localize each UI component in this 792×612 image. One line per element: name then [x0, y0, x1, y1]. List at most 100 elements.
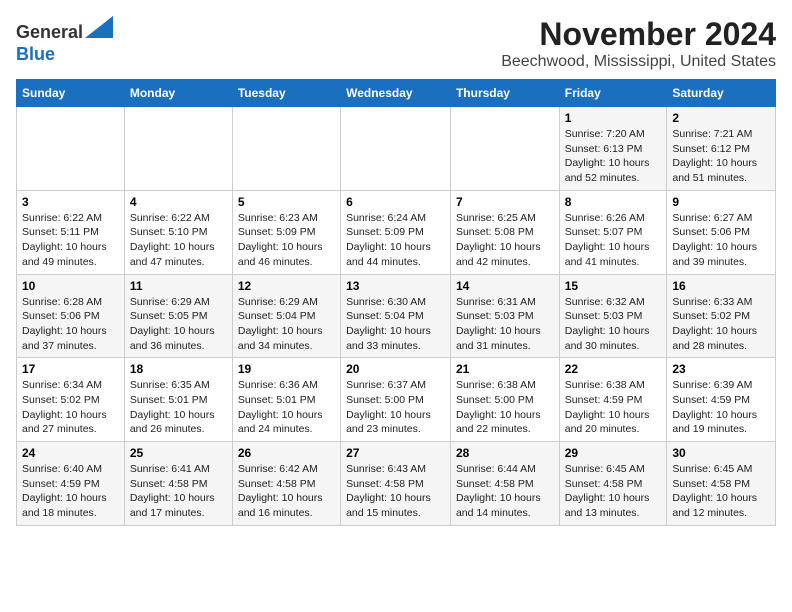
day-number: 30: [672, 446, 770, 460]
day-info: Sunrise: 6:24 AM Sunset: 5:09 PM Dayligh…: [346, 211, 445, 270]
day-info: Sunrise: 6:36 AM Sunset: 5:01 PM Dayligh…: [238, 378, 335, 437]
day-info: Sunrise: 6:35 AM Sunset: 5:01 PM Dayligh…: [130, 378, 227, 437]
day-cell: 25 Sunrise: 6:41 AM Sunset: 4:58 PM Dayli…: [124, 442, 232, 526]
calendar-header: SundayMondayTuesdayWednesdayThursdayFrid…: [17, 80, 776, 107]
day-number: 2: [672, 111, 770, 125]
day-info: Sunrise: 6:39 AM Sunset: 4:59 PM Dayligh…: [672, 378, 770, 437]
day-info: Sunrise: 6:29 AM Sunset: 5:04 PM Dayligh…: [238, 295, 335, 354]
day-number: 24: [22, 446, 119, 460]
day-info: Sunrise: 6:40 AM Sunset: 4:59 PM Dayligh…: [22, 462, 119, 521]
page-subtitle: Beechwood, Mississippi, United States: [501, 53, 776, 71]
day-number: 9: [672, 195, 770, 209]
day-info: Sunrise: 6:22 AM Sunset: 5:11 PM Dayligh…: [22, 211, 119, 270]
day-cell: 20 Sunrise: 6:37 AM Sunset: 5:00 PM Dayli…: [341, 358, 451, 442]
logo-general: General: [16, 22, 83, 42]
day-number: 17: [22, 362, 119, 376]
week-row-1: 1 Sunrise: 7:20 AM Sunset: 6:13 PM Daylig…: [17, 107, 776, 191]
logo-blue: Blue: [16, 44, 55, 64]
day-info: Sunrise: 6:33 AM Sunset: 5:02 PM Dayligh…: [672, 295, 770, 354]
day-cell: 28Sunrise: 6:44 AM Sunset: 4:58 PM Dayli…: [450, 442, 559, 526]
day-number: 4: [130, 195, 227, 209]
day-info: Sunrise: 7:21 AM Sunset: 6:12 PM Dayligh…: [672, 127, 770, 186]
day-number: 5: [238, 195, 335, 209]
day-cell: 27Sunrise: 6:43 AM Sunset: 4:58 PM Dayli…: [341, 442, 451, 526]
day-info: Sunrise: 6:30 AM Sunset: 5:04 PM Dayligh…: [346, 295, 445, 354]
calendar-body: 1 Sunrise: 7:20 AM Sunset: 6:13 PM Daylig…: [17, 107, 776, 526]
day-cell: 9 Sunrise: 6:27 AM Sunset: 5:06 PM Daylig…: [667, 190, 776, 274]
day-cell: 7 Sunrise: 6:25 AM Sunset: 5:08 PM Daylig…: [450, 190, 559, 274]
day-number: 7: [456, 195, 554, 209]
header-cell-thursday: Thursday: [450, 80, 559, 107]
day-cell: 22Sunrise: 6:38 AM Sunset: 4:59 PM Dayli…: [559, 358, 667, 442]
day-cell: [232, 107, 340, 191]
day-cell: 24 Sunrise: 6:40 AM Sunset: 4:59 PM Dayli…: [17, 442, 125, 526]
day-info: Sunrise: 6:28 AM Sunset: 5:06 PM Dayligh…: [22, 295, 119, 354]
day-number: 1: [565, 111, 662, 125]
day-info: Sunrise: 7:20 AM Sunset: 6:13 PM Dayligh…: [565, 127, 662, 186]
day-number: 14: [456, 279, 554, 293]
day-info: Sunrise: 6:44 AM Sunset: 4:58 PM Dayligh…: [456, 462, 554, 521]
header: General Blue November 2024 Beechwood, Mi…: [16, 16, 776, 71]
day-info: Sunrise: 6:25 AM Sunset: 5:08 PM Dayligh…: [456, 211, 554, 270]
day-cell: 19 Sunrise: 6:36 AM Sunset: 5:01 PM Dayli…: [232, 358, 340, 442]
day-cell: 15 Sunrise: 6:32 AM Sunset: 5:03 PM Dayli…: [559, 274, 667, 358]
day-info: Sunrise: 6:27 AM Sunset: 5:06 PM Dayligh…: [672, 211, 770, 270]
day-cell: 26Sunrise: 6:42 AM Sunset: 4:58 PM Dayli…: [232, 442, 340, 526]
day-cell: 5 Sunrise: 6:23 AM Sunset: 5:09 PM Daylig…: [232, 190, 340, 274]
day-info: Sunrise: 6:37 AM Sunset: 5:00 PM Dayligh…: [346, 378, 445, 437]
day-cell: [17, 107, 125, 191]
day-info: Sunrise: 6:32 AM Sunset: 5:03 PM Dayligh…: [565, 295, 662, 354]
day-number: 12: [238, 279, 335, 293]
header-cell-friday: Friday: [559, 80, 667, 107]
calendar-table: SundayMondayTuesdayWednesdayThursdayFrid…: [16, 79, 776, 526]
day-number: 3: [22, 195, 119, 209]
day-cell: 30 Sunrise: 6:45 AM Sunset: 4:58 PM Dayli…: [667, 442, 776, 526]
day-cell: 18Sunrise: 6:35 AM Sunset: 5:01 PM Dayli…: [124, 358, 232, 442]
header-cell-tuesday: Tuesday: [232, 80, 340, 107]
day-number: 20: [346, 362, 445, 376]
week-row-5: 24 Sunrise: 6:40 AM Sunset: 4:59 PM Dayli…: [17, 442, 776, 526]
page-title: November 2024: [501, 16, 776, 53]
week-row-2: 3 Sunrise: 6:22 AM Sunset: 5:11 PM Daylig…: [17, 190, 776, 274]
day-number: 11: [130, 279, 227, 293]
day-number: 27: [346, 446, 445, 460]
header-cell-monday: Monday: [124, 80, 232, 107]
day-number: 21: [456, 362, 554, 376]
day-number: 29: [565, 446, 662, 460]
day-info: Sunrise: 6:34 AM Sunset: 5:02 PM Dayligh…: [22, 378, 119, 437]
day-number: 23: [672, 362, 770, 376]
day-cell: 4 Sunrise: 6:22 AM Sunset: 5:10 PM Daylig…: [124, 190, 232, 274]
day-number: 22: [565, 362, 662, 376]
day-cell: 10 Sunrise: 6:28 AM Sunset: 5:06 PM Dayli…: [17, 274, 125, 358]
day-cell: [341, 107, 451, 191]
day-info: Sunrise: 6:29 AM Sunset: 5:05 PM Dayligh…: [130, 295, 227, 354]
day-cell: 11 Sunrise: 6:29 AM Sunset: 5:05 PM Dayli…: [124, 274, 232, 358]
day-info: Sunrise: 6:31 AM Sunset: 5:03 PM Dayligh…: [456, 295, 554, 354]
day-cell: [124, 107, 232, 191]
day-info: Sunrise: 6:22 AM Sunset: 5:10 PM Dayligh…: [130, 211, 227, 270]
week-row-3: 10 Sunrise: 6:28 AM Sunset: 5:06 PM Dayli…: [17, 274, 776, 358]
day-info: Sunrise: 6:41 AM Sunset: 4:58 PM Dayligh…: [130, 462, 227, 521]
day-number: 13: [346, 279, 445, 293]
day-number: 15: [565, 279, 662, 293]
day-cell: 12 Sunrise: 6:29 AM Sunset: 5:04 PM Dayli…: [232, 274, 340, 358]
day-cell: 29Sunrise: 6:45 AM Sunset: 4:58 PM Dayli…: [559, 442, 667, 526]
day-number: 16: [672, 279, 770, 293]
title-area: November 2024 Beechwood, Mississippi, Un…: [501, 16, 776, 71]
day-info: Sunrise: 6:45 AM Sunset: 4:58 PM Dayligh…: [672, 462, 770, 521]
day-cell: 6 Sunrise: 6:24 AM Sunset: 5:09 PM Daylig…: [341, 190, 451, 274]
logo: General Blue: [16, 16, 113, 65]
day-number: 6: [346, 195, 445, 209]
day-info: Sunrise: 6:26 AM Sunset: 5:07 PM Dayligh…: [565, 211, 662, 270]
day-cell: 1 Sunrise: 7:20 AM Sunset: 6:13 PM Daylig…: [559, 107, 667, 191]
day-cell: 23 Sunrise: 6:39 AM Sunset: 4:59 PM Dayli…: [667, 358, 776, 442]
day-number: 10: [22, 279, 119, 293]
day-number: 25: [130, 446, 227, 460]
logo-icon: [85, 16, 113, 38]
day-cell: 13 Sunrise: 6:30 AM Sunset: 5:04 PM Dayli…: [341, 274, 451, 358]
day-cell: 3 Sunrise: 6:22 AM Sunset: 5:11 PM Daylig…: [17, 190, 125, 274]
day-number: 19: [238, 362, 335, 376]
day-info: Sunrise: 6:23 AM Sunset: 5:09 PM Dayligh…: [238, 211, 335, 270]
day-number: 26: [238, 446, 335, 460]
header-cell-saturday: Saturday: [667, 80, 776, 107]
